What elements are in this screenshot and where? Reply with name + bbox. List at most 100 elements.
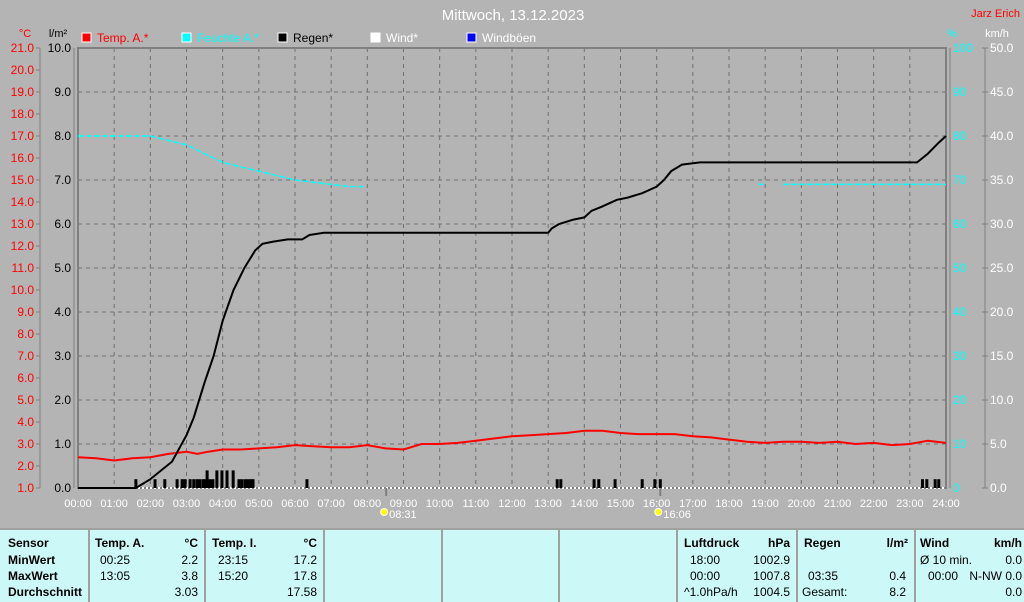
rain-bar (613, 479, 617, 488)
grid (77, 47, 947, 489)
legend-swatch (81, 32, 92, 43)
col-pressure: Luftdruck hPa 18:00 1002.9 00:00 1007.8 … (678, 530, 798, 602)
max-time: 00:00 (928, 569, 959, 583)
humidity-tick-label: 50 (953, 261, 967, 275)
x-tick-label: 12:00 (498, 498, 526, 510)
header-pressure: Luftdruck (684, 536, 740, 550)
avg-label: Ø 10 min. (920, 553, 973, 567)
rain-bar (925, 479, 929, 488)
rain-bar (937, 479, 941, 488)
rain-bar (175, 479, 179, 488)
rain-bar (231, 470, 235, 488)
wind-tick-label: 40.0 (990, 129, 1014, 143)
col-empty-1 (325, 530, 443, 602)
x-tick-label: 00:00 (64, 498, 92, 510)
header-temp-i: Temp. I. (212, 536, 257, 550)
rain-bar (246, 479, 250, 488)
header-wind: Wind (920, 536, 950, 550)
wind-tick-label: 5.0 (990, 437, 1007, 451)
x-tick-label: 21:00 (824, 498, 852, 510)
rain-bar (559, 479, 563, 488)
legend-swatch (370, 32, 381, 43)
temp-tick-label: 1.0 (17, 481, 34, 495)
rain-tick-label: 9.0 (54, 85, 71, 99)
legend-label: Feuchte A.* (197, 31, 259, 45)
x-tick-label: 15:00 (607, 498, 635, 510)
rain-bar (180, 479, 184, 488)
max-value: 17.8 (293, 569, 317, 583)
rain-tick-label: 0.0 (54, 481, 71, 495)
x-tick-label: 06:00 (281, 498, 309, 510)
unit-rain: l/m² (886, 536, 908, 550)
x-tick-label: 08:00 (354, 498, 382, 510)
min-time: 00:25 (100, 553, 131, 567)
wind-tick-label: 45.0 (990, 85, 1014, 99)
rain-bar (237, 479, 241, 488)
rain-bar (243, 479, 247, 488)
rain-bar (195, 479, 199, 488)
humidity-tick-label: 60 (953, 217, 967, 231)
wind-tick-label: 10.0 (990, 393, 1014, 407)
temp-tick-label: 16.0 (11, 151, 35, 165)
unit-pressure: hPa (767, 536, 790, 550)
x-tick-label: 23:00 (896, 498, 924, 510)
humidity-tick-label: 80 (953, 129, 967, 143)
humidity-tick-label: 90 (953, 85, 967, 99)
rain-tick-label: 4.0 (54, 305, 71, 319)
rain-bar (240, 479, 244, 488)
rain-bar (211, 479, 215, 488)
rain-bar (592, 479, 596, 488)
temp-tick-label: 9.0 (17, 305, 34, 319)
wind-tick-label: 30.0 (990, 217, 1014, 231)
wind-tick-label: 20.0 (990, 305, 1014, 319)
trend: ^1.0hPa/h (684, 585, 738, 599)
x-tick-label: 24:00 (932, 498, 960, 510)
col-wind: Wind km/h Ø 10 min. 0.0 00:00 N-NW 0.0 0… (916, 530, 1024, 602)
max-time: 13:05 (100, 569, 131, 583)
rain-bar (163, 479, 167, 488)
max-time: 00:00 (690, 569, 721, 583)
sun-time-label: 08:31 (389, 509, 417, 521)
temp-tick-label: 8.0 (17, 327, 34, 341)
rain-bar (205, 470, 209, 488)
x-tick-label: 05:00 (245, 498, 273, 510)
rain-tick-label: 2.0 (54, 393, 71, 407)
rain-bar (215, 470, 219, 488)
legend-label: Wind* (386, 31, 418, 45)
temp-tick-label: 19.0 (11, 85, 35, 99)
legend: Temp. A.* Feuchte A.* Regen* Wind* Windböen (81, 31, 536, 45)
x-tick-label: 01:00 (100, 498, 128, 510)
wind-tick-label: 0.0 (990, 481, 1007, 495)
unit-temp-i: °C (303, 536, 317, 550)
wind-tick-label: 25.0 (990, 261, 1014, 275)
x-tick-label: 19:00 (751, 498, 779, 510)
legend-swatch (277, 32, 288, 43)
legend-label: Temp. A.* (97, 31, 149, 45)
rain-bar (208, 479, 212, 488)
temp-tick-label: 5.0 (17, 393, 34, 407)
row-label-avg: Durchschnitt (8, 585, 83, 599)
rain-bar (920, 479, 924, 488)
max-value: 1007.8 (753, 569, 790, 583)
humidity-unit: % (947, 28, 957, 40)
humidity-tick-label: 30 (953, 349, 967, 363)
x-tick-label: 18:00 (715, 498, 743, 510)
sun-time-label: 16:06 (663, 509, 691, 521)
total-value: 8.2 (889, 585, 906, 599)
humidity-tick-label: 70 (953, 173, 967, 187)
rain-bars (134, 470, 941, 488)
rain-bar (225, 470, 229, 488)
temp-tick-label: 21.0 (11, 41, 35, 55)
rain-bar (555, 479, 559, 488)
max-time: 15:20 (218, 569, 249, 583)
rain-bar (251, 479, 255, 488)
col-empty-3 (560, 530, 678, 602)
unit-temp-a: °C (184, 536, 198, 550)
x-tick-label: 10:00 (426, 498, 454, 510)
wind-tick-label: 35.0 (990, 173, 1014, 187)
author-label: Jarz Erich (971, 8, 1020, 20)
rain-tick-label: 6.0 (54, 217, 71, 231)
total-label: Gesamt: (802, 585, 848, 599)
avg-value: 1004.5 (753, 585, 790, 599)
unit-wind: km/h (993, 536, 1022, 550)
